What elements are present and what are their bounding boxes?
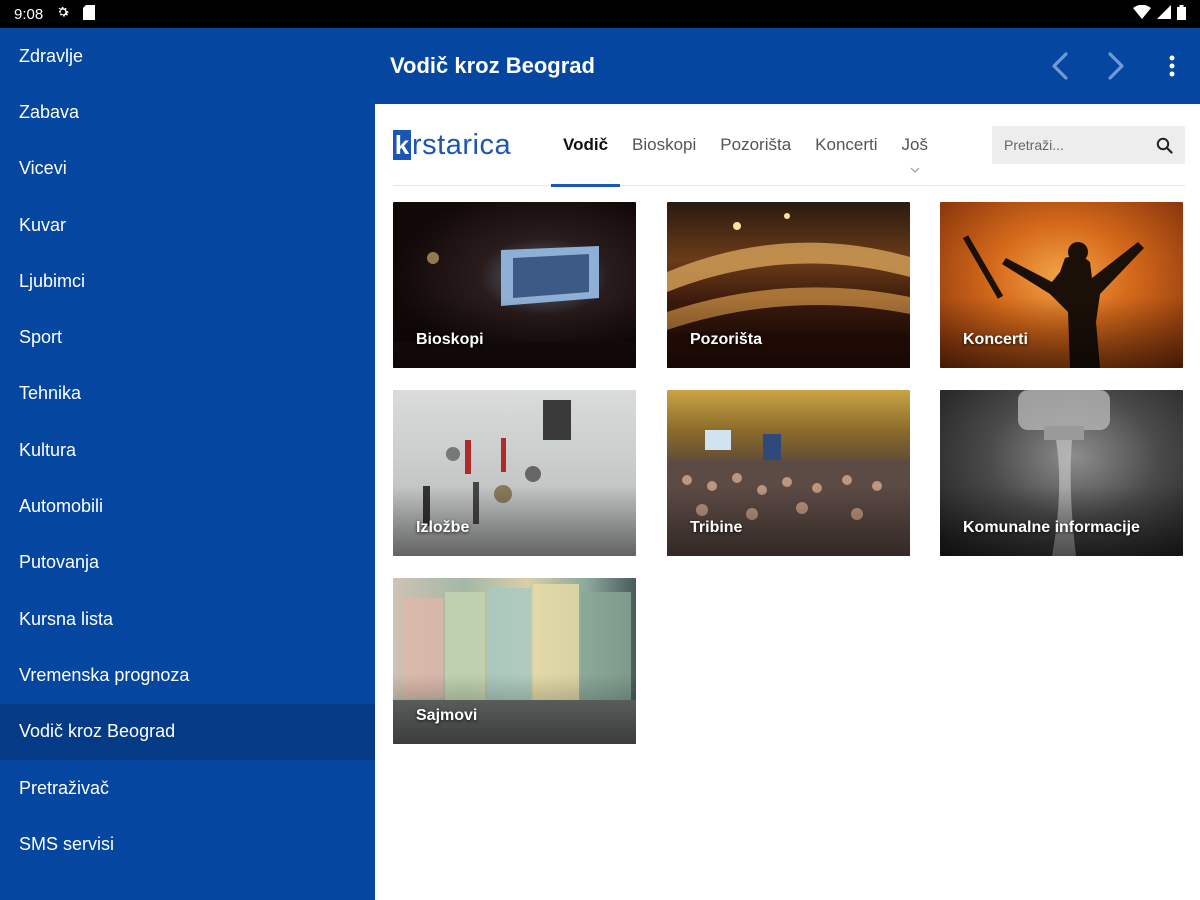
tab-jos[interactable]: Još (890, 104, 940, 186)
drawer-item-vremenska-prognoza[interactable]: Vremenska prognoza (0, 647, 375, 703)
forward-button[interactable] (1088, 38, 1144, 94)
drawer-item-label: Sport (19, 327, 63, 348)
search-box (992, 126, 1185, 164)
drawer-item-label: Zdravlje (19, 45, 84, 66)
tab-label: Još (901, 135, 929, 154)
overflow-menu-button[interactable] (1144, 38, 1200, 94)
card-sajmovi[interactable]: Sajmovi (393, 578, 636, 744)
search-icon[interactable] (1156, 137, 1173, 154)
drawer-item-label: Automobili (19, 496, 104, 517)
card-izlozbe[interactable]: Izložbe (393, 390, 636, 556)
site-nav: Vodič Bioskopi Pozorišta Koncerti Još (551, 104, 940, 187)
card-label: Sajmovi (416, 707, 478, 724)
card-komunalne-informacije[interactable]: Komunalne informacije (940, 390, 1183, 556)
krstarica-logo[interactable]: k rstarica (393, 128, 511, 162)
page-title: Vodič kroz Beograd (390, 53, 595, 78)
back-button[interactable] (1032, 38, 1088, 94)
web-content: k rstarica Vodič Bioskopi Pozorišta Konc… (375, 104, 1200, 900)
drawer-item-label: Zabava (19, 101, 80, 122)
drawer-item-putovanja[interactable]: Putovanja (0, 535, 375, 591)
drawer-item-sport[interactable]: Sport (0, 309, 375, 365)
card-label: Izložbe (416, 519, 470, 536)
sd-card-icon (83, 4, 96, 24)
site-header: k rstarica Vodič Bioskopi Pozorišta Konc… (393, 104, 1185, 187)
drawer-item-kursna-lista[interactable]: Kursna lista (0, 591, 375, 647)
settings-icon (55, 4, 71, 24)
drawer-item-kultura[interactable]: Kultura (0, 422, 375, 478)
drawer-item-label: Kuvar (19, 214, 67, 235)
drawer-item-sms-servisi[interactable]: SMS servisi (0, 816, 375, 872)
card-koncerti[interactable]: Koncerti (940, 202, 1183, 368)
app-bar: Vodič kroz Beograd (375, 28, 1200, 104)
drawer-item-zdravlje[interactable]: Zdravlje (0, 28, 375, 84)
battery-icon (1177, 4, 1186, 24)
logo-text: rstarica (412, 128, 512, 161)
card-tribine[interactable]: Tribine (667, 390, 910, 556)
drawer-item-label: Tehnika (19, 383, 82, 404)
tab-label: Pozorišta (720, 135, 792, 154)
card-label: Koncerti (963, 331, 1028, 348)
drawer-item-label: SMS servisi (19, 833, 115, 854)
status-bar: 9:08 (0, 0, 1200, 28)
wifi-icon (1133, 4, 1151, 23)
drawer-item-kuvar[interactable]: Kuvar (0, 197, 375, 253)
back-arrow-icon (1049, 51, 1071, 81)
status-time: 9:08 (14, 5, 44, 23)
drawer-item-label: Kursna lista (19, 608, 114, 629)
card-pozorista[interactable]: Pozorišta (667, 202, 910, 368)
forward-arrow-icon (1105, 51, 1127, 81)
signal-icon (1157, 5, 1171, 23)
card-label: Pozorišta (690, 331, 763, 348)
drawer-item-vodic-kroz-beograd[interactable]: Vodič kroz Beograd (0, 703, 375, 760)
drawer-item-label: Ljubimci (19, 270, 86, 291)
tab-label: Bioskopi (632, 135, 697, 154)
drawer-item-label: Vremenska prognoza (19, 664, 190, 685)
drawer-item-label: Kultura (19, 439, 77, 460)
tab-label: Vodič (563, 135, 609, 154)
tab-bioskopi[interactable]: Bioskopi (620, 104, 708, 186)
card-bioskopi[interactable]: Bioskopi (393, 202, 636, 368)
drawer-item-zabava[interactable]: Zabava (0, 84, 375, 140)
drawer-item-label: Vodič kroz Beograd (19, 721, 176, 742)
more-vert-icon (1169, 55, 1175, 77)
tab-label: Koncerti (815, 135, 878, 154)
tab-koncerti[interactable]: Koncerti (803, 104, 889, 186)
tab-vodic[interactable]: Vodič (551, 104, 621, 187)
drawer-item-tehnika[interactable]: Tehnika (0, 366, 375, 422)
drawer-item-label: Vicevi (19, 158, 67, 179)
tab-pozorista[interactable]: Pozorišta (708, 104, 803, 186)
drawer-item-label: Pretraživač (19, 777, 110, 798)
card-label: Tribine (690, 519, 743, 536)
logo-letter: k (393, 130, 411, 160)
drawer-item-ljubimci[interactable]: Ljubimci (0, 253, 375, 309)
search-input[interactable] (1004, 137, 1154, 153)
navigation-drawer: Zdravlje Zabava Vicevi Kuvar Ljubimci Sp… (0, 28, 375, 900)
drawer-item-vicevi[interactable]: Vicevi (0, 141, 375, 197)
drawer-item-pretrazivac[interactable]: Pretraživač (0, 760, 375, 816)
card-label: Bioskopi (416, 331, 484, 348)
drawer-item-label: Putovanja (19, 552, 100, 573)
drawer-item-automobili[interactable]: Automobili (0, 478, 375, 534)
chevron-down-icon (910, 165, 920, 176)
card-label: Komunalne informacije (963, 519, 1140, 536)
